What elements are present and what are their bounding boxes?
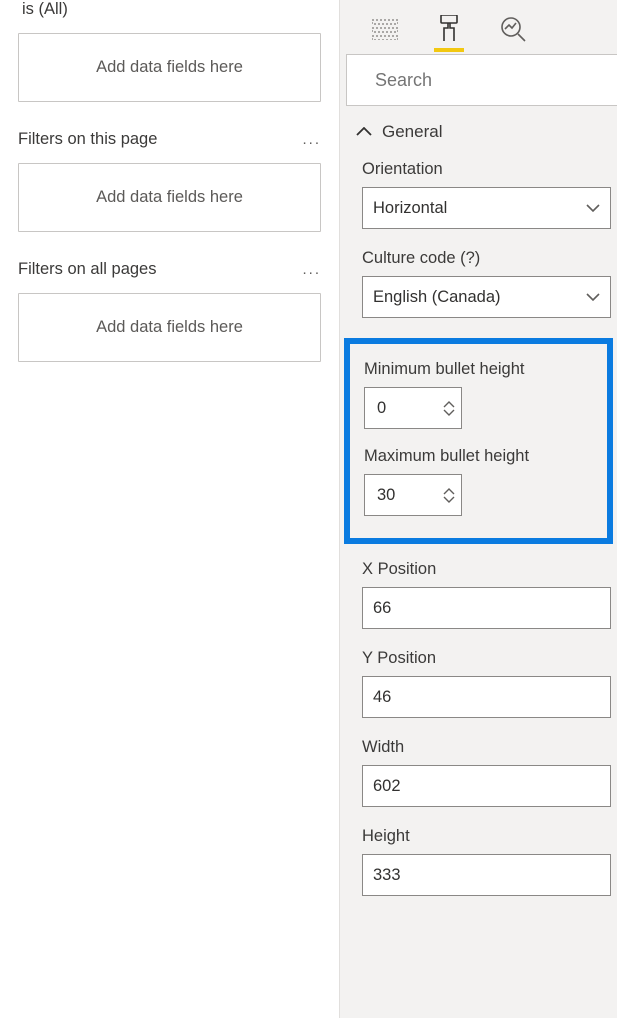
tab-fields[interactable] bbox=[370, 6, 400, 52]
y-position-value: 46 bbox=[373, 688, 391, 707]
y-position-label: Y Position bbox=[362, 649, 611, 668]
drop-fields-page[interactable]: Add data fields here bbox=[18, 163, 321, 232]
filter-on-page: Filters on this page ... Add data fields… bbox=[18, 130, 321, 232]
max-bullet-input[interactable]: 30 bbox=[364, 474, 462, 516]
bullet-height-highlight: Minimum bullet height 0 Maximum bullet h… bbox=[344, 338, 613, 544]
filter-on-visual: is (All) Add data fields here bbox=[18, 0, 321, 102]
y-position-input[interactable]: 46 bbox=[362, 676, 611, 718]
orientation-select[interactable]: Horizontal bbox=[362, 187, 611, 229]
min-bullet-label: Minimum bullet height bbox=[364, 360, 593, 379]
filters-all-pages-label: Filters on all pages bbox=[18, 260, 157, 279]
culture-field: Culture code (?) English (Canada) bbox=[340, 249, 617, 338]
culture-label: Culture code (?) bbox=[362, 249, 611, 268]
filter-all-pages: Filters on all pages ... Add data fields… bbox=[18, 260, 321, 362]
drop-placeholder: Add data fields here bbox=[96, 188, 243, 206]
section-general-label: General bbox=[382, 122, 442, 142]
filters-this-page-label: Filters on this page bbox=[18, 130, 157, 149]
width-input[interactable]: 602 bbox=[362, 765, 611, 807]
tab-analytics[interactable] bbox=[498, 6, 528, 52]
drop-fields-visual[interactable]: Add data fields here bbox=[18, 33, 321, 102]
y-position-field: Y Position 46 bbox=[340, 649, 617, 738]
height-label: Height bbox=[362, 827, 611, 846]
chevron-up-icon bbox=[356, 127, 372, 137]
width-value: 602 bbox=[373, 777, 401, 796]
section-general-header[interactable]: General bbox=[340, 106, 617, 160]
drop-fields-all-pages[interactable]: Add data fields here bbox=[18, 293, 321, 362]
max-bullet-label: Maximum bullet height bbox=[364, 447, 593, 466]
min-bullet-input[interactable]: 0 bbox=[364, 387, 462, 429]
chevron-down-icon bbox=[586, 204, 600, 213]
max-bullet-field: Maximum bullet height 30 bbox=[364, 447, 593, 516]
max-bullet-value: 30 bbox=[377, 486, 395, 505]
filter-is-all-label: is (All) bbox=[22, 0, 321, 19]
more-icon[interactable]: ... bbox=[302, 261, 321, 278]
height-field: Height 333 bbox=[340, 827, 617, 916]
search-input[interactable] bbox=[375, 70, 607, 91]
drop-placeholder: Add data fields here bbox=[96, 58, 243, 76]
chevron-down-icon bbox=[586, 293, 600, 302]
x-position-label: X Position bbox=[362, 560, 611, 579]
orientation-value: Horizontal bbox=[373, 199, 447, 218]
more-icon[interactable]: ... bbox=[302, 131, 321, 148]
tab-format[interactable] bbox=[434, 6, 464, 52]
filters-pane: is (All) Add data fields here Filters on… bbox=[0, 0, 340, 1018]
drop-placeholder: Add data fields here bbox=[96, 318, 243, 336]
spinner-icon[interactable] bbox=[443, 488, 455, 503]
orientation-field: Orientation Horizontal bbox=[340, 160, 617, 249]
height-value: 333 bbox=[373, 866, 401, 885]
tab-strip bbox=[340, 0, 617, 54]
x-position-field: X Position 66 bbox=[340, 560, 617, 649]
culture-select[interactable]: English (Canada) bbox=[362, 276, 611, 318]
orientation-label: Orientation bbox=[362, 160, 611, 179]
spinner-icon[interactable] bbox=[443, 401, 455, 416]
width-field: Width 602 bbox=[340, 738, 617, 827]
min-bullet-field: Minimum bullet height 0 bbox=[364, 360, 593, 447]
format-pane: General Orientation Horizontal Culture c… bbox=[340, 0, 617, 1018]
culture-value: English (Canada) bbox=[373, 288, 501, 307]
search-box[interactable] bbox=[346, 54, 617, 106]
x-position-value: 66 bbox=[373, 599, 391, 618]
width-label: Width bbox=[362, 738, 611, 757]
x-position-input[interactable]: 66 bbox=[362, 587, 611, 629]
height-input[interactable]: 333 bbox=[362, 854, 611, 896]
min-bullet-value: 0 bbox=[377, 399, 386, 418]
